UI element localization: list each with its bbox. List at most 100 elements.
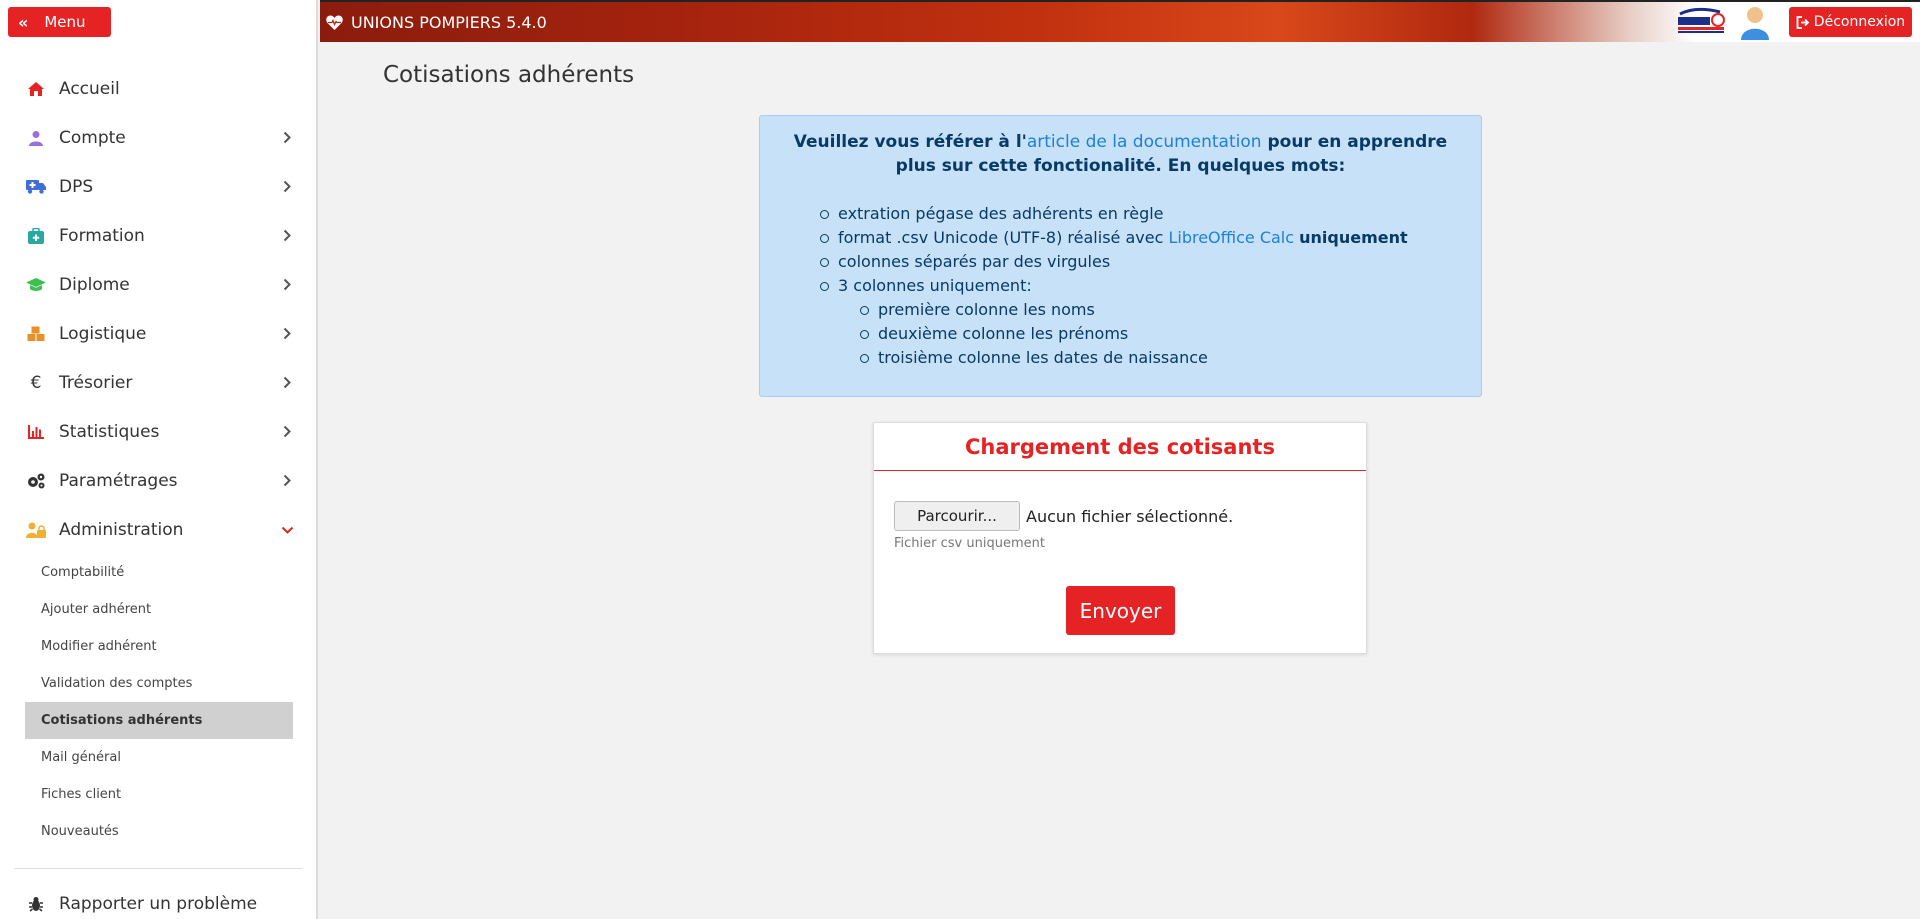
user-lock-icon [25,522,47,538]
sidebar-item-administration[interactable]: Administration [0,505,316,554]
sidebar-item-label: Accueil [59,78,120,99]
sidebar-item-diplome[interactable]: Diplome [0,260,316,309]
subnav-item-mail-general[interactable]: Mail général [25,739,293,776]
chevron-right-icon [280,474,294,488]
sidebar-item-statistiques[interactable]: Statistiques [0,407,316,456]
cogs-icon [25,473,47,489]
info-heading: Veuillez vous référer à l'article de la … [760,130,1481,178]
info-csv-prefix: format .csv Unicode (UTF-8) réalisé avec [838,228,1169,247]
sidebar-divider [14,868,302,869]
circle-bullet-icon [820,282,829,291]
avatar[interactable] [1739,5,1771,40]
column-list-item: deuxième colonne les prénoms [860,322,1481,346]
sidebar-item-compte[interactable]: Compte [0,113,316,162]
sidebar-item-parametrages[interactable]: Paramétrages [0,456,316,505]
report-problem-link[interactable]: Rapporter un problème [25,894,257,914]
graduation-cap-icon [25,277,47,292]
chevron-right-icon [280,425,294,439]
column-list-item: troisième colonne les dates de naissance [860,346,1481,370]
page-title: Cotisations adhérents [383,62,635,88]
sidebar-item-dps[interactable]: DPS [0,162,316,211]
chevron-right-icon [280,131,294,145]
sidebar-item-label: DPS [59,176,94,197]
subnav-item-cotisations-adherents[interactable]: Cotisations adhérents [25,702,293,739]
double-chevron-left-icon: « [18,12,28,32]
chevron-right-icon [280,327,294,341]
sidebar-nav: Accueil Compte DPS Formation Diplome Log… [0,64,316,850]
chevron-right-icon [280,376,294,390]
administration-submenu: Comptabilité Ajouter adhérent Modifier a… [0,554,316,850]
bar-chart-icon [25,424,47,439]
medkit-icon [25,227,47,244]
file-help-text: Fichier csv uniquement [894,536,1045,551]
sidebar-item-label: Diplome [59,274,130,295]
sidebar-item-label: Trésorier [59,372,133,393]
sidebar-item-formation[interactable]: Formation [0,211,316,260]
info-csv-bold: uniquement [1299,228,1408,247]
sidebar-item-tresorier[interactable]: € Trésorier [0,358,316,407]
upload-card-title: Chargement des cotisants [874,423,1366,471]
column-list-item: première colonne les noms [860,298,1481,322]
column-item-text: première colonne les noms [878,300,1095,319]
report-problem-label: Rapporter un problème [59,894,258,914]
circle-bullet-icon [820,234,829,243]
info-item-text: extration pégase des adhérents en règle [838,204,1164,223]
column-item-text: troisième colonne les dates de naissance [878,348,1208,367]
ambulance-icon [25,179,47,194]
subnav-item-comptabilite[interactable]: Comptabilité [25,554,293,591]
browse-button[interactable]: Parcourir... [894,501,1020,531]
sidebar-item-label: Formation [59,225,145,246]
subnav-item-ajouter-adherent[interactable]: Ajouter adhérent [25,591,293,628]
info-item-text: colonnes séparés par des virgules [838,252,1111,271]
circle-bullet-icon [820,210,829,219]
sidebar-item-logistique[interactable]: Logistique [0,309,316,358]
heart-pulse-icon [326,15,343,30]
columns-sublist: première colonne les noms deuxième colon… [820,298,1481,370]
upload-card: Chargement des cotisants Parcourir... Au… [873,422,1367,654]
subnav-item-modifier-adherent[interactable]: Modifier adhérent [25,628,293,665]
chevron-right-icon [280,180,294,194]
user-icon [25,130,47,146]
circle-bullet-icon [860,306,869,315]
subnav-item-fiches-client[interactable]: Fiches client [25,776,293,813]
home-icon [25,81,47,97]
documentation-link[interactable]: article de la documentation [1027,132,1262,152]
sidebar-item-accueil[interactable]: Accueil [0,64,316,113]
subnav-item-validation-comptes[interactable]: Validation des comptes [25,665,293,702]
circle-bullet-icon [860,330,869,339]
chevron-down-icon [280,523,294,537]
file-input[interactable]: Parcourir... Aucun fichier sélectionné. [894,501,1233,531]
submit-button[interactable]: Envoyer [1066,586,1175,635]
circle-bullet-icon [820,258,829,267]
info-alert: Veuillez vous référer à l'article de la … [759,115,1482,397]
info-list-item: colonnes séparés par des virgules [820,250,1481,274]
libreoffice-link[interactable]: LibreOffice Calc [1168,228,1294,247]
info-list-item: format .csv Unicode (UTF-8) réalisé avec… [820,226,1481,250]
menu-toggle-button[interactable]: « Menu [8,7,111,37]
file-status-text: Aucun fichier sélectionné. [1026,506,1234,526]
subnav-item-nouveautes[interactable]: Nouveautés [25,813,293,850]
sign-out-icon [1796,15,1810,29]
sidebar-item-label: Logistique [59,323,147,344]
udsp-logo [1676,6,1728,38]
sidebar-item-label: Statistiques [59,421,160,442]
bug-icon [25,896,47,912]
menu-label: Menu [44,13,86,31]
column-item-text: deuxième colonne les prénoms [878,324,1129,343]
info-list-item: 3 colonnes uniquement: [820,274,1481,298]
logout-label: Déconnexion [1813,14,1906,30]
brand-title: UNIONS POMPIERS 5.4.0 [351,13,547,32]
sidebar-item-label: Paramétrages [59,470,178,491]
chevron-right-icon [280,229,294,243]
info-intro-prefix: Veuillez vous référer à l' [793,132,1027,152]
brand: UNIONS POMPIERS 5.4.0 [326,13,547,32]
top-bar: UNIONS POMPIERS 5.4.0 Déconnexion [320,0,1920,42]
logout-button[interactable]: Déconnexion [1789,7,1912,37]
info-list: extration pégase des adhérents en règle … [760,202,1481,370]
chevron-right-icon [280,278,294,292]
sidebar: « Menu Accueil Compte DPS Formation Dipl… [0,0,318,919]
circle-bullet-icon [860,354,869,363]
sidebar-item-label: Compte [59,127,126,148]
cubes-icon [25,326,47,342]
info-item-text: 3 colonnes uniquement: [838,276,1032,295]
